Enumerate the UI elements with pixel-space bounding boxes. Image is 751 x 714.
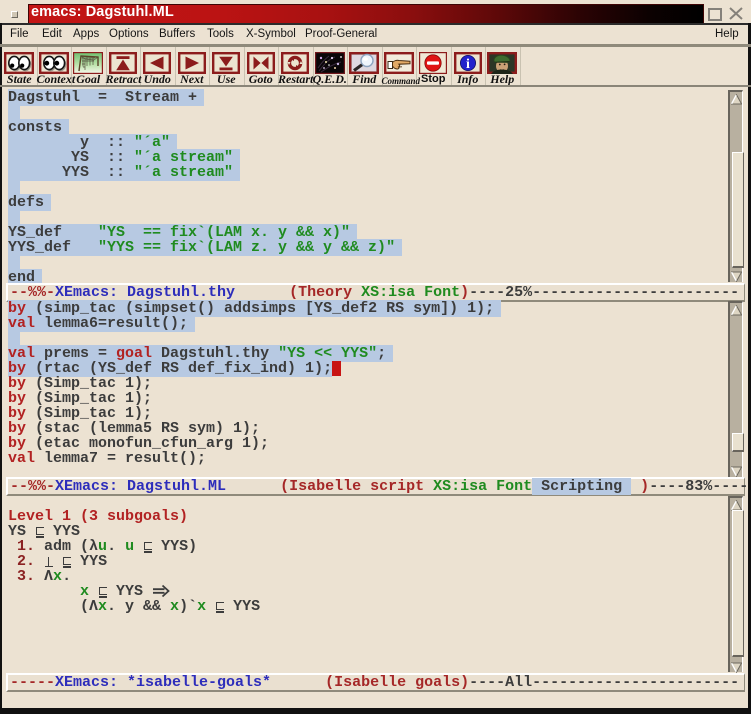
- svg-text:i: i: [466, 57, 470, 72]
